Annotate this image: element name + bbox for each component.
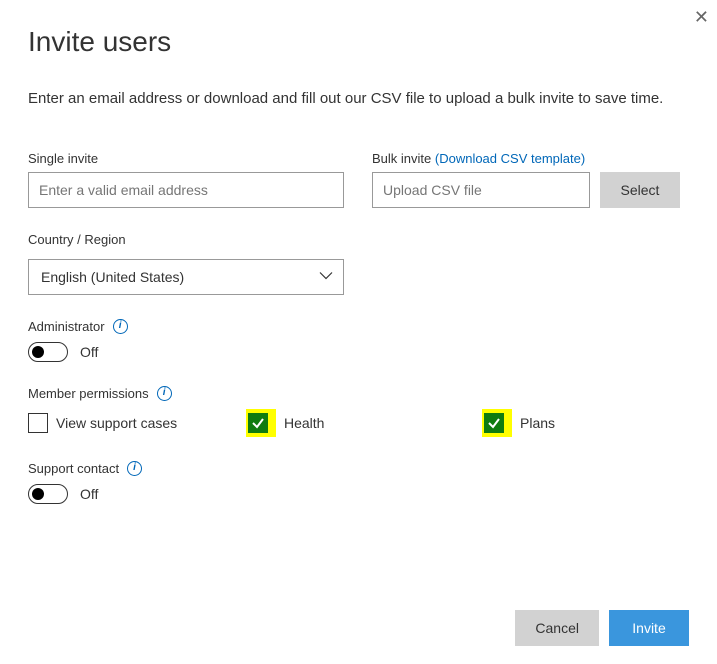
info-icon[interactable]: i (157, 386, 172, 401)
country-region-group: Country / Region English (United States) (28, 232, 689, 295)
cancel-button[interactable]: Cancel (515, 610, 599, 646)
highlight (246, 409, 276, 437)
toggle-knob (32, 488, 44, 500)
page-description: Enter an email address or download and f… (28, 88, 689, 111)
country-region-select[interactable]: English (United States) (28, 259, 344, 295)
perm-label-health: Health (284, 415, 324, 431)
single-invite-group: Single invite (28, 151, 344, 208)
administrator-toggle[interactable] (28, 342, 68, 362)
administrator-label: Administrator (28, 319, 105, 334)
bulk-invite-input[interactable] (372, 172, 590, 208)
member-permissions-group: Member permissions i View support cases … (28, 386, 689, 437)
toggle-knob (32, 346, 44, 358)
single-invite-input[interactable] (28, 172, 344, 208)
page-title: Invite users (28, 26, 689, 58)
bulk-invite-group: Bulk invite (Download CSV template) Sele… (372, 151, 680, 208)
perm-health[interactable]: Health (246, 409, 482, 437)
perm-label-plans: Plans (520, 415, 555, 431)
invite-users-dialog: Invite users Enter an email address or d… (0, 0, 717, 504)
perm-view-support-cases[interactable]: View support cases (28, 413, 246, 433)
support-contact-group: Support contact i Off (28, 461, 689, 504)
bulk-invite-label: Bulk invite (372, 151, 431, 166)
invite-button[interactable]: Invite (609, 610, 689, 646)
administrator-group: Administrator i Off (28, 319, 689, 362)
support-contact-label: Support contact (28, 461, 119, 476)
close-icon[interactable]: ✕ (690, 4, 713, 30)
perm-plans[interactable]: Plans (482, 409, 555, 437)
member-permissions-label: Member permissions (28, 386, 149, 401)
single-invite-label: Single invite (28, 151, 344, 166)
support-contact-toggle[interactable] (28, 484, 68, 504)
dialog-footer: Cancel Invite (515, 610, 689, 646)
country-region-label: Country / Region (28, 232, 126, 247)
perm-label-view-support-cases: View support cases (56, 415, 177, 431)
checkbox-unchecked-icon (28, 413, 48, 433)
info-icon[interactable]: i (113, 319, 128, 334)
download-csv-template-link[interactable]: (Download CSV template) (435, 151, 585, 166)
support-contact-state: Off (80, 486, 98, 502)
administrator-state: Off (80, 344, 98, 360)
select-csv-button[interactable]: Select (600, 172, 680, 208)
checkbox-checked-icon (248, 413, 268, 433)
country-region-selected: English (United States) (41, 269, 184, 285)
highlight (482, 409, 512, 437)
info-icon[interactable]: i (127, 461, 142, 476)
checkbox-checked-icon (484, 413, 504, 433)
